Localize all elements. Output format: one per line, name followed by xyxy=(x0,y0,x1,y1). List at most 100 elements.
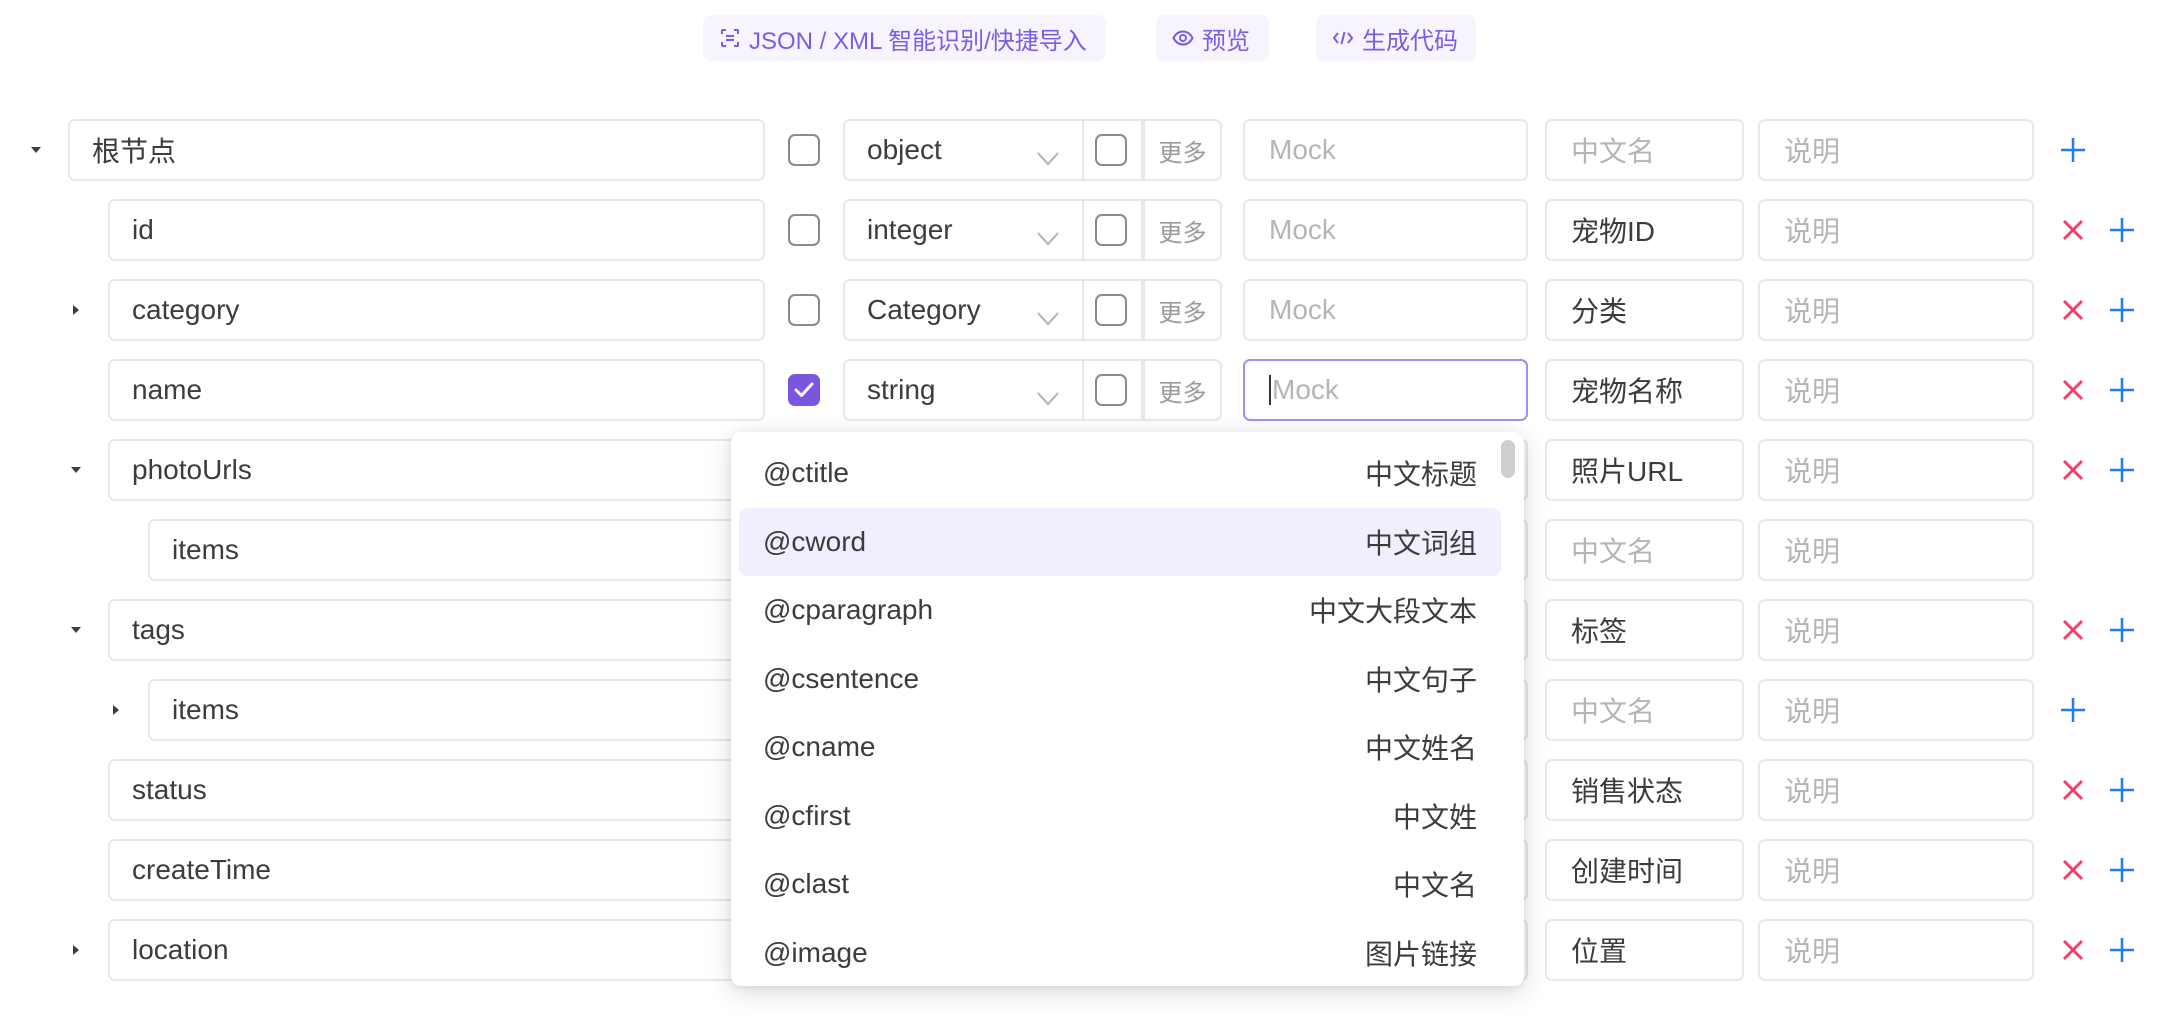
nullable-checkbox[interactable] xyxy=(1095,294,1127,326)
more-button[interactable]: 更多 xyxy=(1143,119,1222,181)
mock-option[interactable]: @image 图片链接 xyxy=(739,919,1501,987)
more-button[interactable]: 更多 xyxy=(1143,359,1222,421)
cn-name-input[interactable]: 标签 xyxy=(1545,599,1744,661)
mock-option[interactable]: @cword 中文词组 xyxy=(739,507,1501,576)
add-icon[interactable] xyxy=(2058,695,2088,725)
add-icon[interactable] xyxy=(2107,215,2137,245)
caret-right-icon[interactable] xyxy=(68,302,84,318)
cn-name-input[interactable]: 销售状态 xyxy=(1545,759,1744,821)
generate-code-button[interactable]: 生成代码 xyxy=(1316,15,1476,61)
delete-icon[interactable] xyxy=(2058,615,2088,645)
field-name-value: location xyxy=(132,934,229,965)
delete-icon[interactable] xyxy=(2058,215,2088,245)
cn-name-input[interactable]: 位置 xyxy=(1545,919,1744,981)
field-name-input[interactable]: location xyxy=(108,919,765,981)
field-name-value: status xyxy=(132,774,207,805)
type-select[interactable]: integer xyxy=(843,199,1143,261)
add-icon[interactable] xyxy=(2107,615,2137,645)
required-checkbox[interactable] xyxy=(788,374,820,406)
type-select[interactable]: object xyxy=(843,119,1143,181)
mock-option[interactable]: @cname 中文姓名 xyxy=(739,713,1501,781)
caret-down-icon[interactable] xyxy=(68,622,84,638)
delete-icon[interactable] xyxy=(2058,935,2088,965)
cn-name-input[interactable]: 宠物名称 xyxy=(1545,359,1744,421)
description-input[interactable]: 说明 xyxy=(1758,199,2034,261)
field-name-input[interactable]: name xyxy=(108,359,765,421)
cn-name-input[interactable]: 分类 xyxy=(1545,279,1744,341)
field-name-input[interactable]: 根节点 xyxy=(68,119,765,181)
caret-down-icon[interactable] xyxy=(68,462,84,478)
cn-name-input[interactable]: 中文名 xyxy=(1545,119,1744,181)
delete-icon[interactable] xyxy=(2058,295,2088,325)
description-input[interactable]: 说明 xyxy=(1758,759,2034,821)
more-button[interactable]: 更多 xyxy=(1143,199,1222,261)
type-select[interactable]: Category xyxy=(843,279,1143,341)
mock-option[interactable]: @cparagraph 中文大段文本 xyxy=(739,576,1501,644)
field-name-input[interactable]: id xyxy=(108,199,765,261)
field-name-input[interactable]: createTime xyxy=(108,839,765,901)
description-input[interactable]: 说明 xyxy=(1758,279,2034,341)
add-icon[interactable] xyxy=(2107,455,2137,485)
field-name-input[interactable]: photoUrls xyxy=(108,439,765,501)
delete-icon[interactable] xyxy=(2058,775,2088,805)
mock-input[interactable]: Mock xyxy=(1243,359,1528,421)
mock-input[interactable]: Mock xyxy=(1243,279,1528,341)
mock-option[interactable]: @ctitle 中文标题 xyxy=(739,439,1501,507)
description-input[interactable]: 说明 xyxy=(1758,439,2034,501)
description-input[interactable]: 说明 xyxy=(1758,679,2034,741)
cn-name-input[interactable]: 中文名 xyxy=(1545,679,1744,741)
type-select[interactable]: string xyxy=(843,359,1143,421)
description-input[interactable]: 说明 xyxy=(1758,519,2034,581)
caret-right-icon[interactable] xyxy=(108,702,124,718)
description-placeholder: 说明 xyxy=(1784,936,1841,967)
delete-icon[interactable] xyxy=(2058,375,2088,405)
description-input[interactable]: 说明 xyxy=(1758,919,2034,981)
field-name-value: id xyxy=(132,214,154,245)
required-checkbox[interactable] xyxy=(788,134,820,166)
mock-option[interactable]: @clast 中文名 xyxy=(739,850,1501,918)
json-xml-import-button[interactable]: JSON / XML 智能识别/快捷导入 xyxy=(703,15,1106,61)
add-icon[interactable] xyxy=(2107,375,2137,405)
description-input[interactable]: 说明 xyxy=(1758,359,2034,421)
field-name-input[interactable]: tags xyxy=(108,599,765,661)
mock-input[interactable]: Mock xyxy=(1243,119,1528,181)
mock-option-label: 中文姓 xyxy=(1392,801,1477,833)
preview-button[interactable]: 预览 xyxy=(1156,15,1269,61)
add-icon[interactable] xyxy=(2107,295,2137,325)
mock-option[interactable]: @csentence 中文句子 xyxy=(739,645,1501,713)
nullable-checkbox[interactable] xyxy=(1095,134,1127,166)
cn-name-input[interactable]: 照片URL xyxy=(1545,439,1744,501)
delete-icon[interactable] xyxy=(2058,455,2088,485)
field-name-input[interactable]: items xyxy=(148,679,765,741)
caret-down-icon[interactable] xyxy=(28,142,44,158)
required-checkbox[interactable] xyxy=(788,214,820,246)
nullable-checkbox[interactable] xyxy=(1095,374,1127,406)
required-checkbox[interactable] xyxy=(788,294,820,326)
cn-name-input[interactable]: 创建时间 xyxy=(1545,839,1744,901)
field-name-input[interactable]: status xyxy=(108,759,765,821)
mock-input[interactable]: Mock xyxy=(1243,199,1528,261)
mock-option-value: @cfirst xyxy=(763,799,851,831)
mock-option-label: 中文标题 xyxy=(1364,459,1477,490)
field-name-input[interactable]: category xyxy=(108,279,765,341)
description-input[interactable]: 说明 xyxy=(1758,119,2034,181)
mock-option[interactable]: @cfirst 中文姓 xyxy=(739,782,1501,850)
nullable-checkbox[interactable] xyxy=(1095,214,1127,246)
add-icon[interactable] xyxy=(2107,935,2137,965)
description-input[interactable]: 说明 xyxy=(1758,599,2034,661)
mock-suggestion-dropdown: @ctitle 中文标题 @cword 中文词组 @cparagraph 中文大段文本 @c… xyxy=(731,432,1524,986)
cn-name-input[interactable]: 中文名 xyxy=(1545,519,1744,581)
add-icon[interactable] xyxy=(2107,775,2137,805)
description-placeholder: 说明 xyxy=(1784,776,1841,807)
add-icon[interactable] xyxy=(2058,135,2088,165)
description-input[interactable]: 说明 xyxy=(1758,839,2034,901)
field-name-input[interactable]: items xyxy=(148,519,765,581)
field-name-value: name xyxy=(132,374,203,405)
caret-right-icon[interactable] xyxy=(68,942,84,958)
chevron-down-icon xyxy=(1037,381,1059,413)
dropdown-scrollbar[interactable] xyxy=(1501,440,1515,478)
delete-icon[interactable] xyxy=(2058,855,2088,885)
add-icon[interactable] xyxy=(2107,855,2137,885)
cn-name-input[interactable]: 宠物ID xyxy=(1545,199,1744,261)
more-button[interactable]: 更多 xyxy=(1143,279,1222,341)
